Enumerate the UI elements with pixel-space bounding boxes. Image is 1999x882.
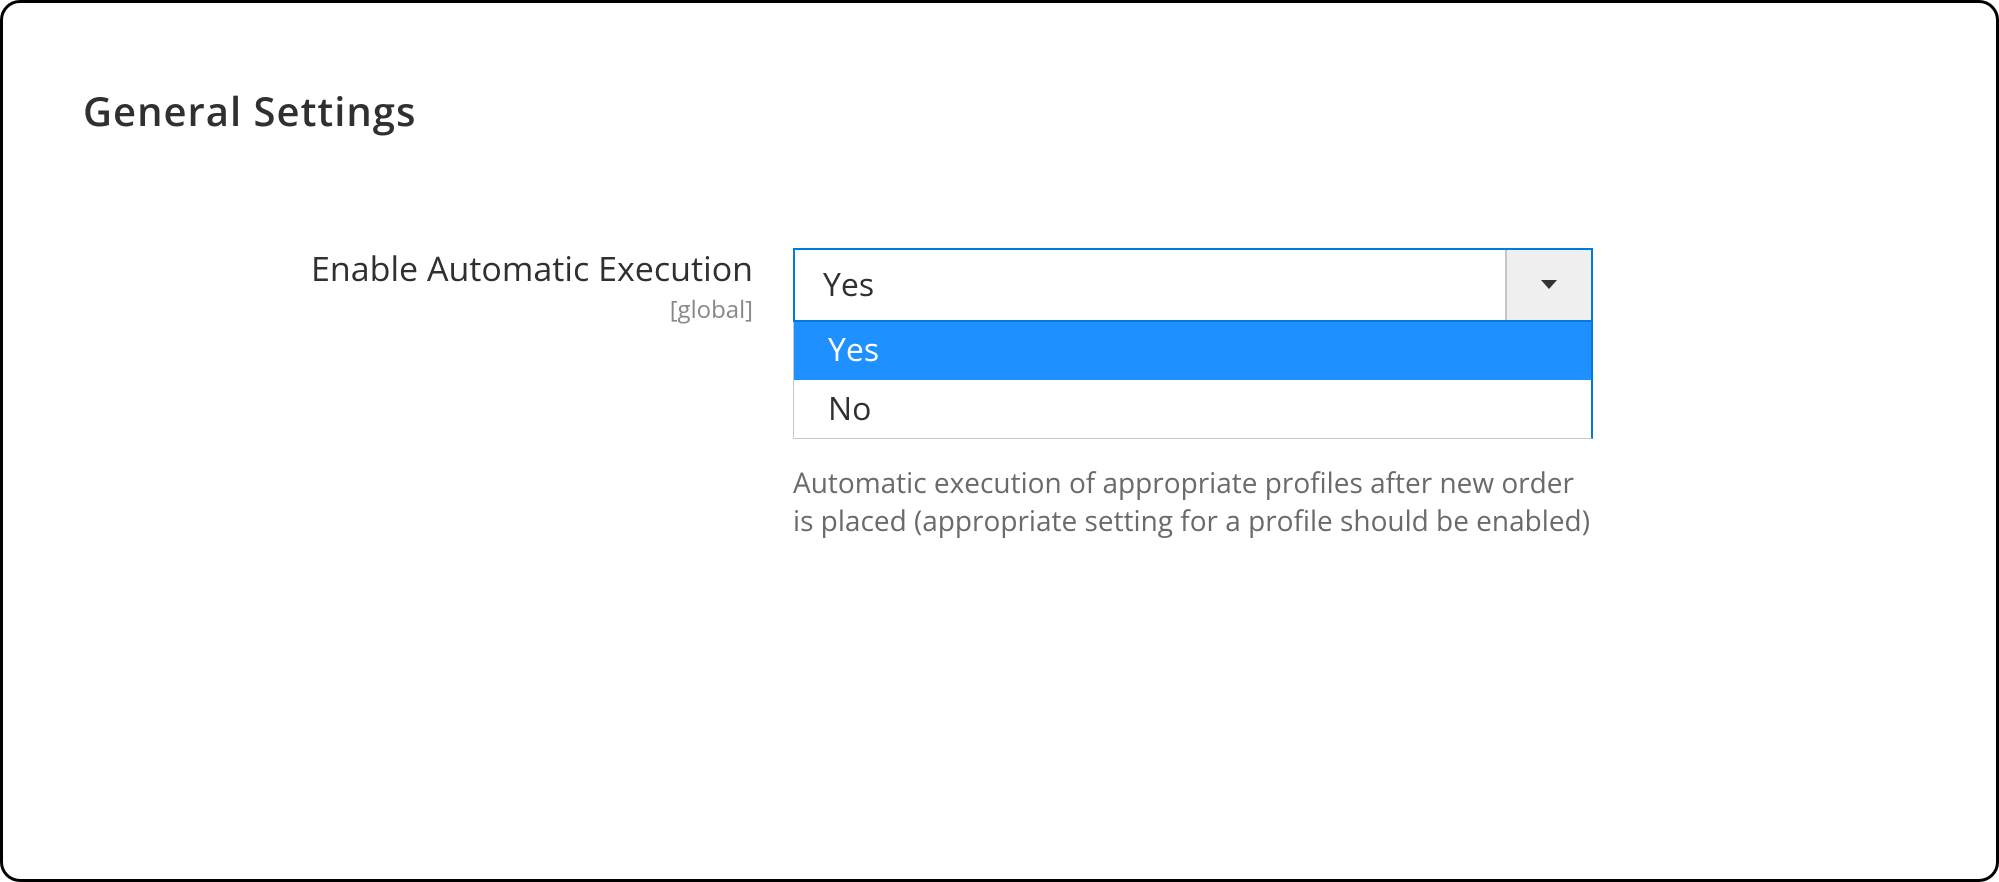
field-row-enable-automatic-execution: Enable Automatic Execution [global] Yes … [83,248,1896,541]
field-label: Enable Automatic Execution [311,245,753,291]
field-label-column: Enable Automatic Execution [global] [83,248,793,326]
select-option-no[interactable]: No [794,380,1591,438]
select-current-value: Yes [795,250,1591,320]
enable-automatic-execution-select[interactable]: Yes [793,248,1593,322]
field-scope: [global] [83,293,753,326]
select-toggle-button[interactable] [1505,250,1591,320]
select-option-yes[interactable]: Yes [794,321,1591,379]
select-options-list: Yes No [793,321,1593,439]
chevron-down-icon [1540,274,1558,296]
field-comment: Automatic execution of appropriate profi… [793,465,1593,541]
field-control-column: Yes Yes No Automatic execution of approp… [793,248,1593,541]
settings-panel: General Settings Enable Automatic Execut… [0,0,1999,882]
section-title: General Settings [83,83,1896,138]
